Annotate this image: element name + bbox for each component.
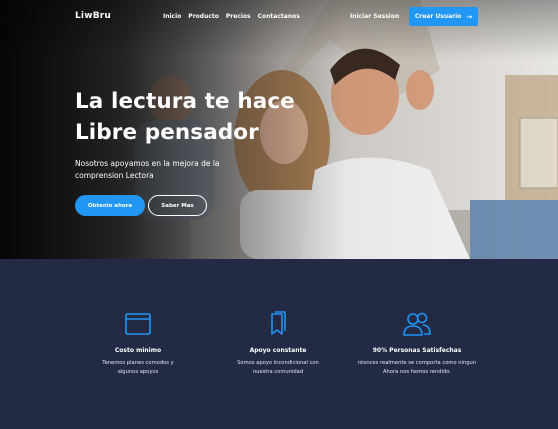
feature-description: Tenemos planes comodos y algunos apoyos [68,359,208,377]
hero-subtext: Nosotros apoyamos en la mejora de la com… [75,158,245,182]
feature-description-line-2: algunos apoyos [117,369,159,375]
feature-title: Apoyo constante [249,347,307,354]
feature-description-line-2: Ahora nos hemos rendido. [382,369,452,375]
create-user-label: Crear Usuario [414,13,462,20]
get-now-button[interactable]: Obtenio ahora [75,195,145,216]
feature-description: Somos apoyo incondicional con nuestra co… [208,359,348,377]
feature-description-line-1: Somos apoyo incondicional con [237,360,319,366]
nav-link-contactanos[interactable]: Contactanos [258,13,300,20]
users-icon [403,312,431,336]
headline-line-2: Libre pensador [75,120,259,145]
nav-link-producto[interactable]: Producto [188,13,219,20]
login-link[interactable]: Iniciar Session [350,13,399,20]
headline-line-1: La lectura te hace [75,89,295,114]
hero-headline: La lectura te hace Libre pensador [75,86,315,148]
nav-link-precios[interactable]: Precios [226,13,251,20]
create-user-button[interactable]: Crear Usuario → [409,7,478,26]
nav-links: Inicio Producto Precios Contactanos [163,13,300,20]
feature-description-line-2: nuestra comunidad [252,369,304,375]
nav-link-inicio[interactable]: Inicio [163,13,181,20]
bookmark-icon [271,311,286,335]
learn-more-button[interactable]: Saber Mas [148,195,207,216]
top-navbar: LiwBru Inicio Producto Precios Contactan… [0,0,558,34]
hero-section: LiwBru Inicio Producto Precios Contactan… [0,0,558,259]
feature-description-line-1: ntonces realmente se comporta como ningu… [357,360,477,366]
subtext-line-2: comprension Lectora [75,171,154,180]
feature-title: Costo minimo [114,347,162,354]
feature-description: ntonces realmente se comporta como ningu… [347,359,487,377]
brand-logo[interactable]: LiwBru [75,11,111,21]
arrow-right-icon: → [466,12,473,21]
wallet-icon [125,313,151,335]
features-section: Costo minimo Tenemos planes comodos y al… [0,259,558,429]
feature-description-line-1: Tenemos planes comodos y [102,360,174,366]
subtext-line-1: Nosotros apoyamos en la mejora de la [75,159,220,168]
feature-title: 90% Personas Satisfechas [372,347,462,354]
